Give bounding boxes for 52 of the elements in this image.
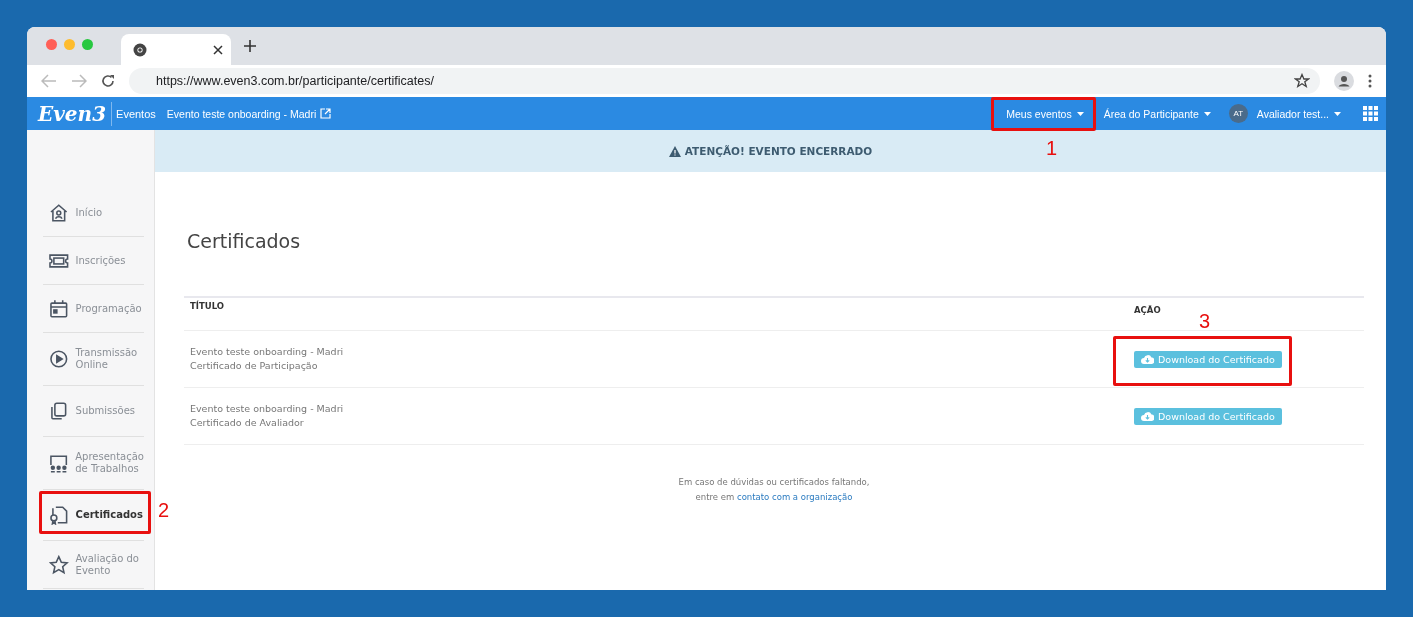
cloud-download-icon [1141,354,1154,364]
sidebar-item[interactable]: Apresentação de Trabalhos [43,437,144,490]
help-text: Em caso de dúvidas ou certificados faltando, [678,476,870,489]
column-header: TÍTULO [189,301,225,311]
table-cell-text: Evento teste onboarding - Madri Certificado de Participação [189,345,345,373]
profile-icon[interactable] [1334,71,1354,91]
play-icon [49,349,69,369]
help-text: entre em [695,492,735,502]
home-icon [49,202,69,223]
alert-text: ATENÇÃO! EVENTO ENCERRADO [684,145,873,157]
sidebar-item[interactable]: Certificados [43,490,144,541]
calendar-icon [49,298,69,319]
caret-icon [1203,111,1211,116]
user-menu[interactable]: AT Avaliador test... [1228,104,1341,123]
nav-menu[interactable]: Área do Participante [1103,107,1211,120]
apps-grid-icon[interactable] [1363,106,1378,121]
nav-menu[interactable]: Meus eventos [1006,107,1084,120]
star-icon [49,554,69,575]
copy-icon [49,401,69,421]
warning-icon [668,145,681,157]
step-number: 3 [1199,310,1211,333]
external-link-icon [320,108,332,119]
reload-icon[interactable] [101,74,115,88]
address-field[interactable]: https://www.even3.com.br/participante/certificates/ [129,68,1320,94]
contact-link[interactable]: contato com a organização [736,492,853,502]
browser-tab[interactable] [121,34,231,65]
more-icon[interactable] [1368,74,1372,88]
logo[interactable]: Even3 [38,101,113,126]
sidebar-item[interactable]: Submissões [43,386,144,437]
new-tab-icon[interactable] [244,40,256,52]
download-button[interactable]: Download do Certificado [1134,350,1282,368]
cloud-download-icon [1141,411,1154,421]
table-cell-text: Evento teste onboarding - Madri Certificado de Avaliador [189,402,345,430]
download-button[interactable]: Download do Certificado [1134,407,1282,425]
step-number: 2 [158,499,170,522]
certificate-icon [49,505,69,525]
column-header: AÇÃO [1134,305,1161,315]
section-label: Eventos [116,107,156,120]
caret-icon [1334,111,1341,116]
chrome-icon [133,42,147,57]
sidebar-item[interactable]: Programação [43,285,144,333]
caret-icon [1076,111,1084,116]
close-icon[interactable] [213,44,223,55]
star-icon[interactable] [1294,73,1310,89]
sidebar-item[interactable]: Inscrições [43,237,144,285]
step-number: 1 [1046,137,1058,160]
sidebar-item[interactable]: Início [43,189,144,237]
event-link[interactable]: Evento teste onboarding - Madri [166,107,332,120]
sidebar-item[interactable]: Avaliação do Evento [43,541,144,589]
audience-icon [49,453,69,473]
page-title: Certificados [187,230,302,252]
sidebar-item[interactable]: Transmissão Online [43,333,144,386]
